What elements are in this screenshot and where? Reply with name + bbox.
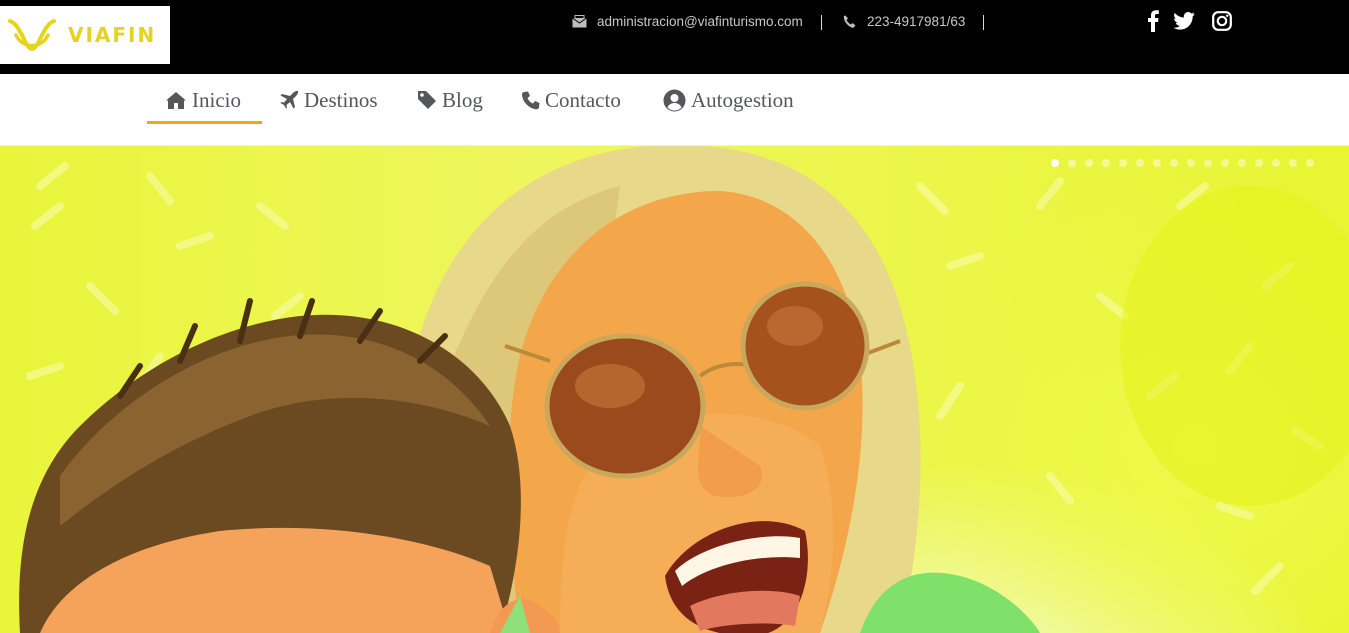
slider-dot[interactable] xyxy=(1272,159,1280,167)
nav-item-contacto[interactable]: Contacto xyxy=(522,74,621,126)
nav-label: Blog xyxy=(442,87,483,112)
slider-dot[interactable] xyxy=(1255,159,1263,167)
divider xyxy=(983,15,984,30)
user-circle-icon xyxy=(663,89,686,111)
slider-dot[interactable] xyxy=(1153,159,1161,167)
logo[interactable]: VIAFIN xyxy=(0,6,170,64)
viafin-logo-icon xyxy=(8,19,56,52)
tag-icon xyxy=(418,91,436,109)
phone-contact[interactable]: 223-4917981/63 xyxy=(842,14,965,29)
nav-item-destinos[interactable]: Destinos xyxy=(279,74,378,126)
slider-dot[interactable] xyxy=(1289,159,1297,167)
facebook-link[interactable] xyxy=(1142,9,1164,33)
phone-icon xyxy=(522,91,540,109)
nav-label: Inicio xyxy=(192,87,241,112)
slider-dot[interactable] xyxy=(1085,159,1093,167)
slider-dot[interactable] xyxy=(1136,159,1144,167)
slider-pagination xyxy=(1051,159,1314,167)
nav-label: Autogestion xyxy=(691,87,794,112)
top-bar: VIAFIN administracion@viafinturismo.com … xyxy=(0,0,1349,74)
slider-dot[interactable] xyxy=(1187,159,1195,167)
nav-label: Contacto xyxy=(545,87,621,112)
slider-dot[interactable] xyxy=(1068,159,1076,167)
nav-item-inicio[interactable]: Inicio xyxy=(165,74,241,126)
active-nav-indicator xyxy=(147,121,262,124)
plane-icon xyxy=(280,90,299,109)
slider-dot[interactable] xyxy=(1170,159,1178,167)
email-text: administracion@viafinturismo.com xyxy=(597,14,803,29)
nav-item-blog[interactable]: Blog xyxy=(417,74,483,126)
instagram-icon xyxy=(1212,11,1232,31)
phone-text: 223-4917981/63 xyxy=(867,14,966,29)
divider xyxy=(821,15,822,30)
slider-dot[interactable] xyxy=(1051,159,1059,167)
phone-handset-icon xyxy=(843,15,856,28)
nav-item-autogestion[interactable]: Autogestion xyxy=(663,74,794,126)
slider-dot[interactable] xyxy=(1306,159,1314,167)
envelope-icon xyxy=(572,15,587,28)
main-nav: Inicio Destinos Blog Contacto Autogestio… xyxy=(0,74,1349,146)
twitter-link[interactable] xyxy=(1173,9,1195,33)
slider-dot[interactable] xyxy=(1102,159,1110,167)
slider-dot[interactable] xyxy=(1204,159,1212,167)
slider-dot[interactable] xyxy=(1238,159,1246,167)
email-contact[interactable]: administracion@viafinturismo.com xyxy=(572,14,803,29)
nav-label: Destinos xyxy=(304,87,378,112)
facebook-icon xyxy=(1148,10,1159,32)
slider-dot[interactable] xyxy=(1221,159,1229,167)
logo-text: VIAFIN xyxy=(68,23,157,47)
instagram-link[interactable] xyxy=(1211,9,1233,33)
hero-image xyxy=(19,146,1349,633)
home-icon xyxy=(166,91,186,109)
hero-slider[interactable] xyxy=(0,146,1349,633)
twitter-icon xyxy=(1173,12,1195,30)
slider-dot[interactable] xyxy=(1119,159,1127,167)
